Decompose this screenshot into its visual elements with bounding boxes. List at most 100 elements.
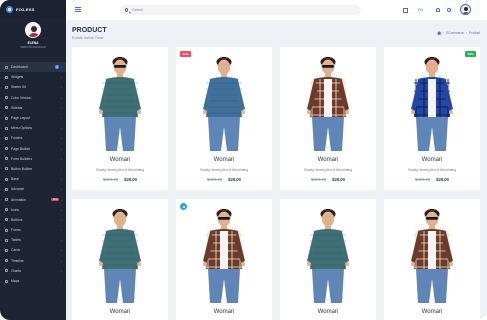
product-image[interactable]	[72, 47, 168, 153]
sidebar-item-page-layout[interactable]: Page Layout ›	[0, 113, 66, 123]
sidebar-item-page-builder[interactable]: Page Builder ›	[0, 144, 66, 154]
chevron-right-icon: ›	[61, 136, 62, 141]
chevron-right-icon: ›	[61, 146, 62, 151]
breadcrumb-item: Product	[469, 31, 480, 35]
home-icon[interactable]	[437, 31, 442, 35]
breadcrumb-separator: ›	[465, 31, 467, 35]
product-card[interactable]: Woman	[384, 199, 480, 320]
product-name[interactable]: Woman	[176, 309, 272, 315]
sidebar-item-form-builders[interactable]: Form Builders ›	[0, 154, 66, 164]
product-badge: 50%	[464, 51, 476, 58]
menu-item-icon	[5, 198, 8, 202]
product-card[interactable]: Woman	[176, 199, 272, 320]
user-avatar[interactable]	[460, 4, 471, 15]
product-card[interactable]: 50% Woman Simply, dummy text of the printi…	[384, 47, 480, 190]
notification-icon[interactable]	[436, 8, 440, 12]
sidebar-item-button-builder[interactable]: Button Builder ›	[0, 164, 66, 174]
product-card[interactable]: Woman Simply, dummy text of the printing $…	[280, 47, 376, 190]
product-image[interactable]	[384, 47, 480, 153]
sidebar-item-dashboard[interactable]: Dashboard 8 ›	[0, 62, 66, 73]
sidebar-item-label: Icons	[11, 207, 20, 212]
menu-item-icon	[5, 147, 8, 151]
sidebar-item-icons[interactable]: Icons ›	[0, 205, 66, 215]
sidebar-item-label: Advance	[11, 187, 25, 192]
sidebar-item-tables[interactable]: Tables ›	[0, 235, 66, 245]
menu-item-icon	[5, 208, 8, 212]
product-card[interactable]: Sale Woman Simply, dummy text of the print…	[176, 47, 272, 190]
product-name[interactable]: Woman	[384, 157, 480, 163]
sidebar-item-label: Base	[11, 177, 19, 182]
sidebar-item-animation[interactable]: Animation New ›	[0, 194, 66, 204]
sidebar-item-starter-kit[interactable]: Starter Kit ›	[0, 82, 66, 92]
sidebar-item-advance[interactable]: Advance ›	[0, 184, 66, 194]
product-card[interactable]: Woman	[280, 199, 376, 320]
favorite-badge-icon[interactable]	[180, 203, 187, 210]
chevron-right-icon: ›	[61, 248, 62, 253]
menu-item-icon	[5, 65, 8, 69]
sidebar-item-base[interactable]: Base ›	[0, 174, 66, 184]
fullscreen-icon[interactable]	[403, 8, 408, 13]
menu-item-icon	[5, 238, 8, 242]
product-photo	[72, 199, 168, 305]
sidebar-item-label: Starter Kit	[11, 85, 27, 90]
product-card[interactable]: Woman Simply, dummy text of the printing $…	[72, 47, 168, 190]
product-image[interactable]	[280, 199, 376, 305]
sidebar-item-maps[interactable]: Maps ›	[0, 276, 66, 286]
sidebar-item-cards[interactable]: Cards ›	[0, 245, 66, 255]
sidebar-item-buttons[interactable]: Buttons ›	[0, 215, 66, 225]
product-name[interactable]: Woman	[280, 309, 376, 315]
profile-role: WEBSITE MANAGER	[20, 46, 46, 49]
sidebar-item-charts[interactable]: Charts ›	[0, 266, 66, 276]
menu-item-icon	[5, 218, 8, 222]
sidebar-item-footers[interactable]: Footers ›	[0, 133, 66, 143]
profile-name: ELENA	[27, 41, 39, 45]
page-subtitle: Ecstatic fashion Fame	[72, 36, 104, 40]
menu-toggle-icon[interactable]	[75, 7, 81, 12]
product-photo	[176, 47, 272, 153]
sidebar-item-timeline[interactable]: Timeline ›	[0, 256, 66, 266]
price-row: $350.00 $26.00	[176, 177, 272, 182]
chevron-right-icon: ›	[61, 238, 62, 243]
product-name[interactable]: Woman	[384, 309, 480, 315]
sidebar-item-label: Menu Options	[11, 126, 33, 131]
chevron-right-icon: ›	[61, 177, 62, 182]
chevron-right-icon: ›	[61, 279, 62, 284]
sidebar-item-sidebar[interactable]: Sidebar ›	[0, 103, 66, 113]
user-icon[interactable]	[447, 8, 451, 12]
language-selector[interactable]: EN	[418, 7, 423, 13]
product-image[interactable]	[280, 47, 376, 153]
menu-item-icon	[5, 106, 8, 110]
chevron-right-icon: ›	[61, 228, 62, 233]
product-image[interactable]	[72, 199, 168, 305]
sidebar-item-forms[interactable]: Forms ›	[0, 225, 66, 235]
old-price: $350.00	[207, 177, 223, 182]
product-name[interactable]: Woman	[72, 157, 168, 163]
avatar[interactable]	[25, 22, 41, 38]
sidebar-item-color-version[interactable]: Color Version ›	[0, 93, 66, 103]
product-photo	[280, 47, 376, 153]
sidebar-item-badge: 8	[55, 65, 59, 69]
sidebar-item-widgets[interactable]: Widgets ›	[0, 72, 66, 82]
search-input[interactable]: Search	[120, 5, 361, 15]
sidebar-item-label: Widgets	[11, 75, 24, 80]
sidebar-item-menu-options[interactable]: Menu Options ›	[0, 123, 66, 133]
menu-item-icon	[5, 116, 8, 120]
old-price: $350.00	[311, 177, 327, 182]
product-image[interactable]	[176, 47, 272, 153]
product-card[interactable]: Woman	[72, 199, 168, 320]
sidebar-item-label: Forms	[11, 228, 21, 233]
breadcrumb-item[interactable]: ECommerce	[446, 31, 464, 35]
menu-item-icon	[5, 136, 8, 140]
product-image[interactable]	[176, 199, 272, 305]
product-name[interactable]: Woman	[176, 157, 272, 163]
menu-item-icon	[5, 96, 8, 100]
product-name[interactable]: Woman	[72, 309, 168, 315]
current-price: $26.00	[124, 177, 137, 182]
product-name[interactable]: Woman	[280, 157, 376, 163]
sidebar-item-label: Color Version	[11, 95, 32, 100]
product-image[interactable]	[384, 199, 480, 305]
sidebar-item-label: Cards	[11, 248, 21, 253]
product-description: Simply, dummy text of the printing	[96, 168, 144, 172]
brand[interactable]: FIXLESS	[0, 0, 66, 18]
sidebar-item-label: Timeline	[11, 258, 24, 263]
